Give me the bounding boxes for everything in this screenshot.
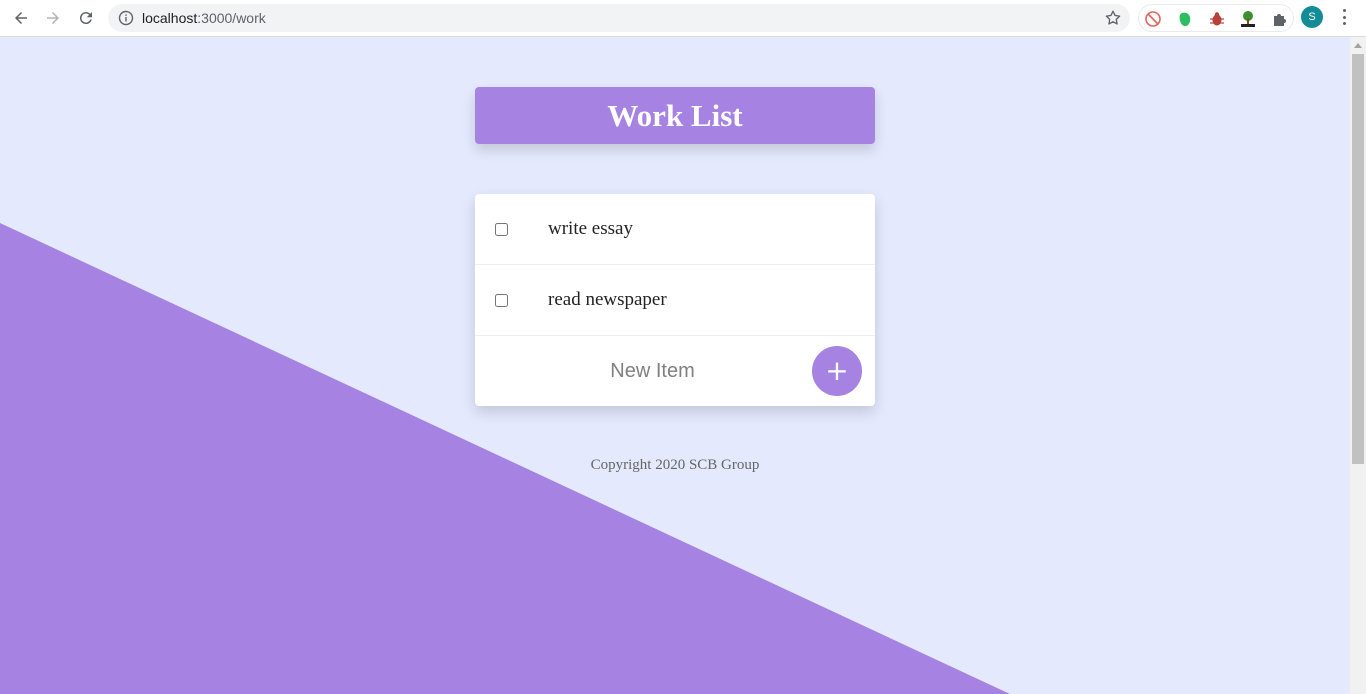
- scroll-thumb[interactable]: [1352, 54, 1364, 464]
- scroll-up-icon[interactable]: [1354, 43, 1362, 48]
- page-viewport: Work List write essay read newspaper + C…: [0, 37, 1350, 694]
- browser-toolbar: localhost:3000/work S: [0, 0, 1366, 37]
- todo-list: write essay read newspaper +: [475, 194, 875, 406]
- item-label: read newspaper: [548, 289, 667, 310]
- copyright-footer: Copyright 2020 SCB Group: [590, 457, 760, 473]
- reload-button[interactable]: [74, 6, 98, 30]
- reload-icon: [79, 12, 92, 25]
- url-host: localhost: [142, 10, 198, 26]
- list-item: read newspaper: [475, 265, 875, 336]
- address-bar[interactable]: localhost:3000/work: [108, 4, 1130, 32]
- evernote-icon[interactable]: [1176, 10, 1194, 28]
- item-checkbox[interactable]: [495, 294, 508, 307]
- blocked-icon[interactable]: [1144, 10, 1162, 28]
- new-item-form: +: [475, 336, 875, 406]
- html-tree-icon[interactable]: [1239, 10, 1257, 28]
- list-item: write essay: [475, 194, 875, 265]
- page-scrollbar[interactable]: [1350, 37, 1366, 694]
- extensions-bar: [1138, 4, 1294, 32]
- item-checkbox[interactable]: [495, 223, 508, 236]
- page-title: Work List: [607, 97, 743, 133]
- puzzle-icon[interactable]: [1271, 10, 1289, 28]
- info-icon[interactable]: [118, 10, 134, 26]
- add-item-button[interactable]: +: [812, 346, 862, 396]
- bug-icon[interactable]: [1208, 10, 1226, 28]
- new-item-input[interactable]: [475, 350, 830, 392]
- browser-menu-icon[interactable]: [1334, 9, 1354, 25]
- url-path: :3000/work: [197, 10, 266, 26]
- url-text: localhost:3000/work: [142, 10, 266, 26]
- back-arrow-icon: [15, 12, 27, 24]
- profile-avatar[interactable]: S: [1301, 6, 1323, 28]
- item-label: write essay: [548, 218, 633, 239]
- forward-button[interactable]: [41, 6, 65, 30]
- back-button[interactable]: [9, 6, 33, 30]
- heading-box: Work List: [475, 87, 875, 144]
- bookmark-star-icon[interactable]: [1104, 9, 1122, 27]
- forward-arrow-icon: [47, 12, 59, 24]
